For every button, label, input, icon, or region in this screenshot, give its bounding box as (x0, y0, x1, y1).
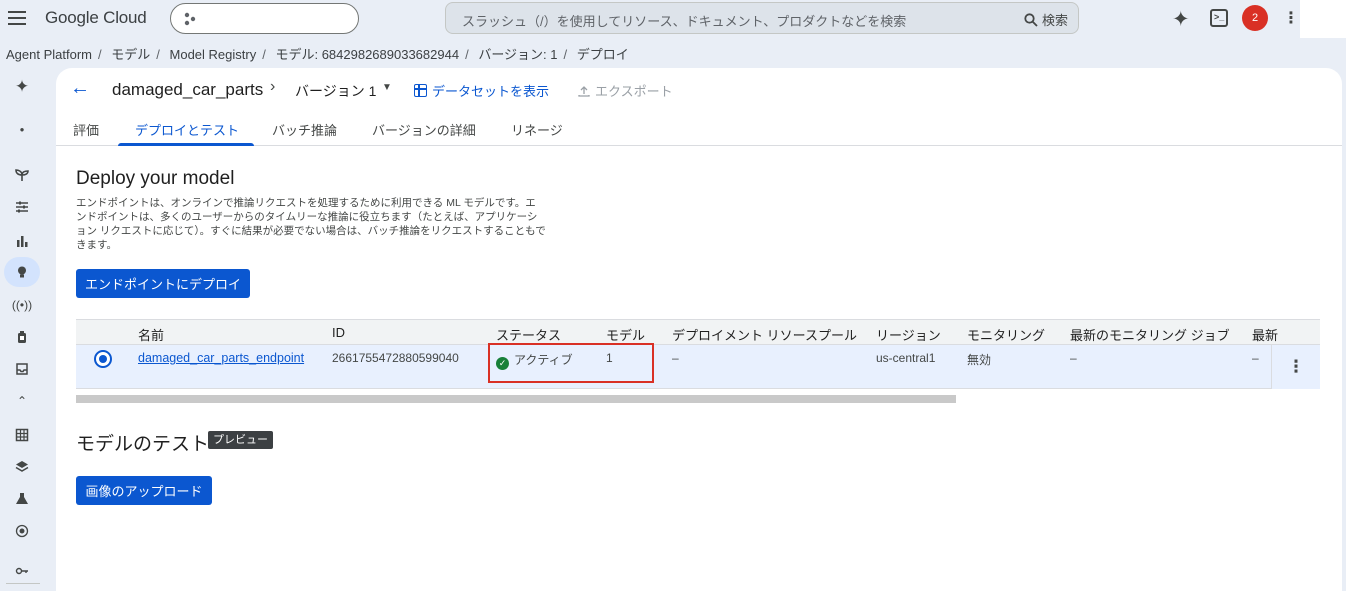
table-row[interactable]: damaged_car_parts_endpoint 2661755472880… (76, 345, 1320, 389)
tab-evaluate[interactable]: 評価 (73, 120, 99, 139)
deploy-to-endpoint-button[interactable]: エンドポイントにデプロイ (76, 269, 250, 298)
breadcrumb-item[interactable]: バージョン: 1 (478, 47, 557, 62)
flask-icon[interactable] (4, 484, 40, 514)
upload-icon (578, 85, 590, 97)
column-header-name[interactable]: 名前 (138, 325, 164, 344)
view-dataset-link[interactable]: データセットを表示 (414, 81, 549, 100)
bar-chart-icon[interactable] (4, 226, 40, 256)
column-header-status[interactable]: ステータス (496, 325, 561, 344)
search-icon (1024, 12, 1038, 27)
endpoint-name-text[interactable]: damaged_car_parts_endpoint (138, 351, 304, 365)
export-button[interactable]: エクスポート (578, 81, 673, 100)
search-input[interactable]: スラッシュ（/）を使用してリソース、ドキュメント、プロダクトなどを検索 検索 (445, 2, 1079, 34)
latest-value: – (1252, 351, 1259, 365)
tab-lineage[interactable]: リネージ (511, 120, 563, 139)
tab-version-details[interactable]: バージョンの詳細 (372, 120, 476, 139)
column-header-models[interactable]: モデル (606, 325, 645, 344)
nav-divider (6, 583, 40, 584)
bottle-icon[interactable] (4, 322, 40, 352)
search-button[interactable]: 検索 (1024, 10, 1068, 29)
model-name: damaged_car_parts (112, 80, 264, 99)
dataset-grid-icon (414, 84, 427, 97)
endpoints-table: 名前 ID ステータス モデル デプロイメント リソースプール リージョン モニ… (76, 319, 1320, 389)
latest-job-value: – (1070, 351, 1077, 365)
main-panel: ← damaged_car_parts › バージョン 1 ▼ データセットを表… (56, 68, 1342, 591)
view-dataset-label: データセットを表示 (432, 84, 550, 99)
dropdown-caret-icon[interactable]: ▼ (382, 82, 392, 93)
left-nav: ✦ ● ((•)) ⌃ (0, 68, 54, 591)
tab-batch-inference[interactable]: バッチ推論 (272, 120, 337, 139)
tab-bar: 評価 デプロイとテスト バッチ推論 バージョンの詳細 リネージ (56, 112, 1342, 146)
monitoring-value: 無効 (967, 353, 992, 367)
column-header-latest[interactable]: 最新 (1252, 325, 1278, 344)
column-header-id[interactable]: ID (332, 325, 345, 340)
breadcrumb-item[interactable]: モデル (111, 47, 150, 62)
export-label: エクスポート (595, 84, 673, 99)
breadcrumb-item[interactable]: Agent Platform (6, 47, 92, 62)
sprout-icon[interactable] (4, 160, 40, 190)
column-header-latest-job[interactable]: 最新のモニタリング ジョブ (1070, 325, 1230, 344)
resource-pool-value: – (672, 351, 679, 365)
top-bar: Google Cloud スラッシュ（/）を使用してリソース、ドキュメント、プロ… (0, 0, 1300, 38)
cloud-shell-icon[interactable]: >_ (1210, 9, 1228, 27)
row-actions-icon[interactable]: ⋮ (1271, 345, 1320, 389)
preview-badge: プレビュー (208, 431, 273, 449)
version-selector[interactable]: バージョン 1 (295, 81, 376, 101)
broadcast-icon[interactable]: ((•)) (4, 290, 40, 320)
lightbulb-icon[interactable] (4, 257, 40, 287)
table-header: 名前 ID ステータス モデル デプロイメント リソースプール リージョン モニ… (76, 319, 1320, 345)
hamburger-menu-icon[interactable] (8, 9, 26, 27)
google-cloud-logo[interactable]: Google Cloud (45, 8, 147, 28)
dot-icon[interactable]: ● (4, 114, 40, 144)
endpoint-name-link[interactable]: damaged_car_parts_endpoint (138, 351, 304, 365)
breadcrumb-item[interactable]: モデル: 6842982689033682944 (275, 47, 459, 62)
upload-image-button[interactable]: 画像のアップロード (76, 476, 212, 505)
endpoint-id: 2661755472880599040 (332, 351, 459, 365)
test-section-title: モデルのテスト (76, 434, 210, 455)
active-tab-indicator (118, 143, 254, 146)
deploy-description: エンドポイントは、オンラインで推論リクエストを処理するために利用できる ML モ… (76, 197, 546, 251)
topbar-right-strip (1300, 0, 1346, 38)
search-placeholder: スラッシュ（/）を使用してリソース、ドキュメント、プロダクトなどを検索 (462, 14, 907, 29)
back-arrow-icon[interactable]: ← (70, 77, 90, 100)
hub-icon[interactable] (4, 516, 40, 546)
tune-icon[interactable] (4, 192, 40, 222)
table-icon[interactable] (4, 420, 40, 450)
chevron-up-icon[interactable]: ⌃ (4, 386, 40, 416)
region-value: us-central1 (876, 351, 936, 365)
chevron-right-icon: › (270, 78, 276, 95)
inbox-icon[interactable] (4, 354, 40, 384)
layers-icon[interactable] (4, 452, 40, 482)
more-options-icon[interactable]: ⋮ (1283, 8, 1299, 28)
model-header: ← damaged_car_parts › バージョン 1 ▼ データセットを表… (56, 68, 1342, 112)
row-radio-button[interactable] (94, 350, 112, 368)
project-dots-icon (184, 12, 196, 26)
horizontal-scrollbar[interactable] (76, 395, 956, 403)
breadcrumb-item-current: デプロイ (576, 47, 629, 62)
key-icon[interactable] (4, 556, 40, 586)
gemini-sparkle-icon[interactable]: ✦ (1172, 7, 1190, 32)
breadcrumb-item[interactable]: Model Registry (170, 47, 257, 62)
project-picker-button[interactable] (170, 3, 359, 34)
column-header-region[interactable]: リージョン (876, 325, 941, 344)
highlight-annotation-box (488, 343, 654, 383)
sparkle-icon[interactable]: ✦ (4, 72, 40, 102)
column-header-monitoring[interactable]: モニタリング (967, 325, 1045, 344)
deploy-section-title: Deploy your model (76, 168, 235, 189)
notification-badge[interactable]: 2 (1242, 5, 1268, 31)
column-header-resource-pool[interactable]: デプロイメント リソースプール (672, 325, 857, 344)
breadcrumb: Agent Platform / モデル / Model Registry / モデル… (6, 47, 629, 62)
tab-deploy-and-test[interactable]: デプロイとテスト (135, 120, 239, 139)
search-button-label: 検索 (1041, 13, 1068, 28)
